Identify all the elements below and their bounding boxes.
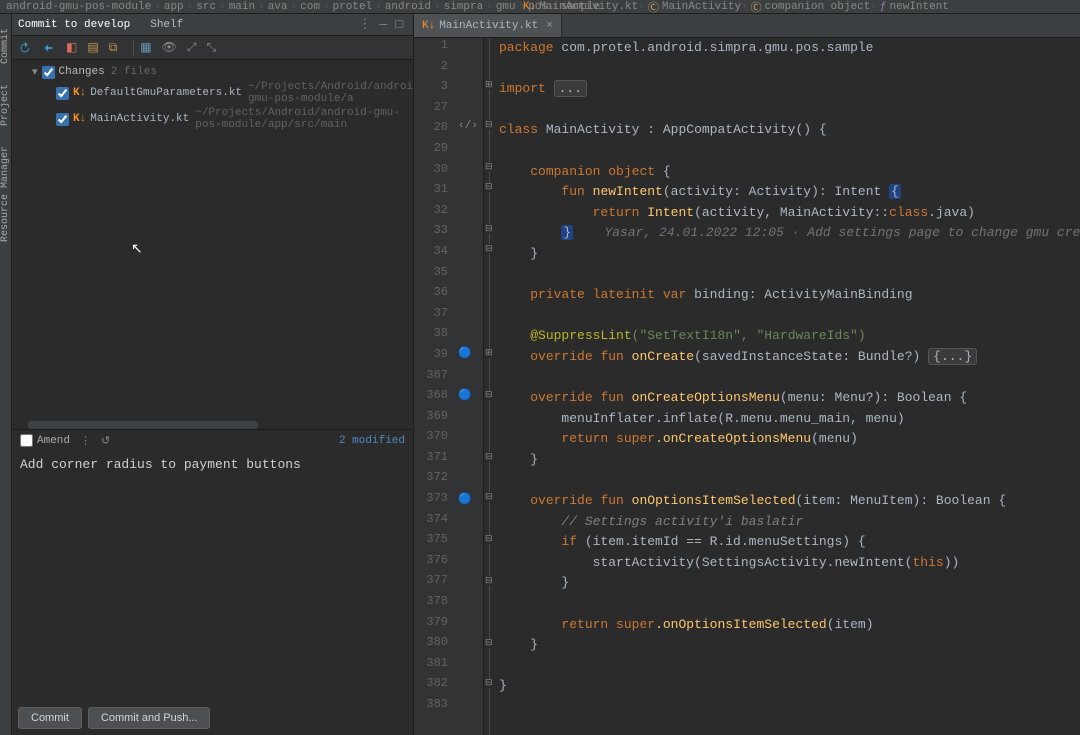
commit-options: Amend ⋮ ↺ 2 modified (12, 429, 413, 451)
changelist-icon[interactable]: ▤ (87, 40, 98, 55)
close-icon[interactable]: × (546, 20, 553, 32)
tab-commit[interactable]: Commit to develop (18, 19, 130, 31)
modified-count: 2 modified (339, 435, 405, 447)
collapse-icon[interactable]: ⤡ (206, 41, 216, 55)
file-path: ~/Projects/Android/android-gmu-pos-modul… (195, 107, 413, 131)
implements-icon[interactable]: ‹/› (458, 120, 478, 132)
show-icon[interactable]: 👁 (162, 40, 177, 55)
editor-tab-label: MainActivity.kt (439, 20, 538, 32)
commit-panel: Commit to develop Shelf ⋮ — □ ◧ ▤ ⧉ ▦ 👁 … (12, 14, 414, 735)
file-name: MainActivity.kt (90, 113, 189, 125)
editor-body[interactable]: 1232728293031323334353637383936736836937… (414, 38, 1080, 735)
tool-project[interactable]: Project (0, 84, 11, 126)
changes-tree[interactable]: ▾ Changes 2 files K↓ DefaultGmuParameter… (12, 60, 413, 429)
fold-toggle[interactable]: ⊞ (485, 80, 493, 90)
fold-toggle[interactable]: ⊟ (485, 534, 493, 544)
refresh-icon[interactable] (18, 41, 32, 55)
minimize-icon[interactable]: — (379, 17, 387, 32)
editor-tabs: K↓ MainActivity.kt × (414, 14, 1080, 38)
fold-toggle[interactable]: ⊟ (485, 224, 493, 234)
changes-checkbox[interactable] (42, 66, 55, 79)
override-icon[interactable]: 🔵 (458, 388, 472, 402)
hide-icon[interactable]: □ (395, 17, 403, 32)
fold-toggle[interactable]: ⊟ (485, 638, 493, 648)
kotlin-file-icon: K↓ (422, 20, 435, 32)
fold-toggle[interactable]: ⊟ (485, 492, 493, 502)
structure-breadcrumb: K↓MainActivity.kt › ⒸMainActivity › Ⓒcom… (520, 0, 949, 14)
more-icon[interactable]: ⋮ (358, 17, 371, 32)
expand-icon[interactable]: ⤢ (187, 41, 197, 55)
editor: K↓ MainActivity.kt × 1232728293031323334… (414, 14, 1080, 735)
file-row[interactable]: K↓ DefaultGmuParameters.kt ~/Projects/An… (12, 80, 413, 106)
commit-tabs: Commit to develop Shelf ⋮ — □ (12, 14, 413, 36)
line-gutter: 1232728293031323334353637383936736836937… (414, 38, 454, 735)
fold-toggle[interactable]: ⊟ (485, 182, 493, 192)
fold-toggle[interactable]: ⊟ (485, 678, 493, 688)
amend-checkbox[interactable]: Amend (20, 434, 70, 447)
code-area[interactable]: package com.protel.android.simpra.gmu.po… (495, 38, 1080, 735)
group-icon[interactable]: ▦ (140, 40, 151, 55)
commit-button[interactable]: Commit (18, 707, 82, 729)
history-icon[interactable]: ↺ (101, 434, 110, 448)
fold-toggle[interactable]: ⊟ (485, 452, 493, 462)
shelve-icon[interactable]: ⧉ (109, 41, 118, 55)
override-icon[interactable]: 🔵 (458, 346, 472, 360)
fold-toggle[interactable]: ⊟ (485, 576, 493, 586)
fold-toggle[interactable]: ⊞ (485, 348, 493, 358)
fold-toggle[interactable]: ⊟ (485, 120, 493, 130)
fold-gutter: ⊞ ⊟ ⊟ ⊟ ⊟ ⊟ ⊞ ⊟ ⊟ ⊟ ⊟ ⊟ ⊟ ⊟ (484, 38, 495, 735)
tool-resource-manager[interactable]: Resource Manager (0, 146, 11, 242)
chevron-down-icon[interactable]: ▾ (32, 65, 38, 79)
more-icon[interactable]: ⋮ (80, 434, 91, 448)
commit-buttons: Commit Commit and Push... (12, 701, 413, 735)
kotlin-file-icon: K↓ (73, 87, 86, 99)
rollback-icon[interactable] (42, 41, 56, 55)
diff-icon[interactable]: ◧ (66, 40, 77, 55)
tab-shelf[interactable]: Shelf (150, 19, 183, 31)
file-path: ~/Projects/Android/android-gmu-pos-modul… (248, 81, 413, 105)
override-icon[interactable]: 🔵 (458, 492, 472, 506)
changes-label: Changes (59, 66, 105, 78)
file-checkbox[interactable] (56, 87, 69, 100)
tool-commit[interactable]: Commit (0, 28, 11, 64)
commit-message-input[interactable]: Add corner radius to payment buttons (12, 451, 413, 701)
changes-node[interactable]: ▾ Changes 2 files (12, 64, 413, 80)
fold-toggle[interactable]: ⊟ (485, 244, 493, 254)
changes-count: 2 files (111, 66, 157, 78)
file-name: DefaultGmuParameters.kt (90, 87, 242, 99)
commit-and-push-button[interactable]: Commit and Push... (88, 707, 211, 729)
horizontal-scrollbar[interactable] (28, 421, 258, 429)
tool-window-strip: Commit Project Resource Manager (0, 14, 12, 735)
fold-toggle[interactable]: ⊟ (485, 390, 493, 400)
fold-toggle[interactable]: ⊟ (485, 162, 493, 172)
file-row[interactable]: K↓ MainActivity.kt ~/Projects/Android/an… (12, 106, 413, 132)
icon-gutter: ‹/› 🔵 🔵 🔵 (454, 38, 484, 735)
editor-tab[interactable]: K↓ MainActivity.kt × (414, 14, 562, 37)
kotlin-file-icon: K↓ (73, 113, 86, 125)
commit-toolbar: ◧ ▤ ⧉ ▦ 👁 ⤢ ⤡ (12, 36, 413, 60)
file-checkbox[interactable] (56, 113, 69, 126)
